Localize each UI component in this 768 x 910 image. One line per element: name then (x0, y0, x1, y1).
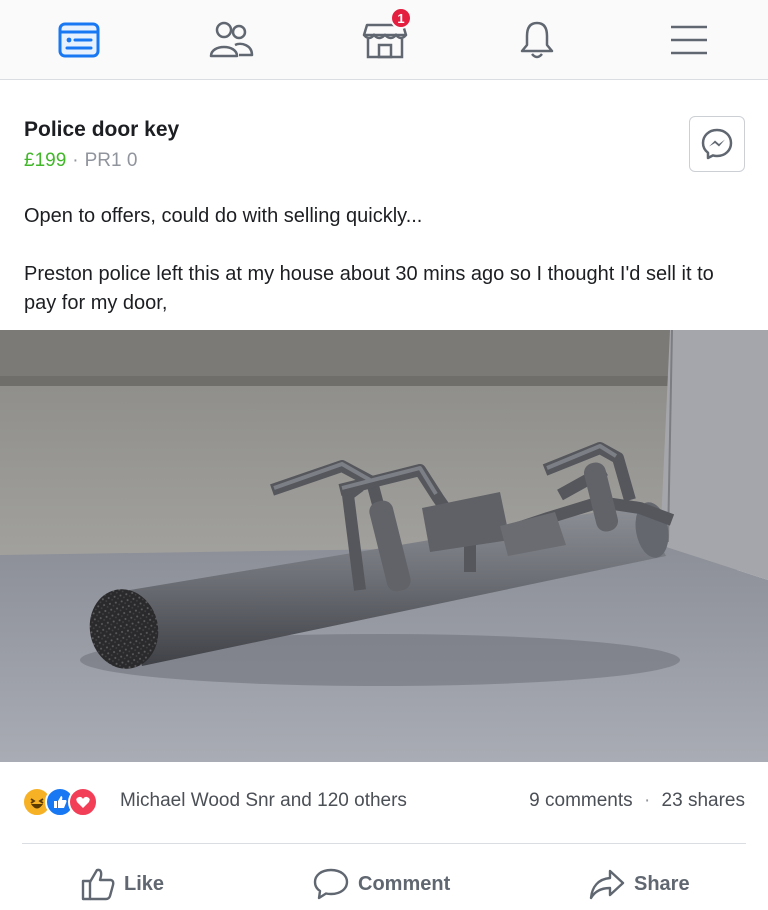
like-label: Like (124, 872, 165, 895)
friends-tab[interactable] (176, 0, 286, 80)
listing-photo[interactable] (0, 330, 768, 762)
listing-price: £199 (24, 150, 67, 171)
reactors-text[interactable]: Michael Wood Snr and 120 others (120, 790, 407, 812)
description-line-1: Open to offers, could do with selling qu… (24, 205, 423, 227)
love-reaction-icon (68, 787, 98, 817)
friends-icon (209, 21, 254, 58)
notifications-bell-icon (520, 21, 554, 59)
notifications-tab[interactable] (482, 0, 592, 80)
engagement-counts: 9 comments · 23 shares (529, 790, 745, 812)
messenger-icon (701, 128, 733, 160)
news-feed-tab[interactable] (24, 0, 134, 80)
menu-icon (671, 25, 707, 55)
like-button[interactable]: Like (80, 862, 164, 906)
comments-count[interactable]: 9 comments (529, 790, 632, 811)
like-icon (81, 868, 115, 901)
share-button[interactable]: Share (588, 862, 690, 906)
comment-label: Comment (358, 872, 451, 895)
meta-separator: · (72, 150, 79, 171)
listing-description: Open to offers, could do with selling qu… (24, 202, 744, 347)
share-label: Share (634, 872, 690, 895)
top-navigation-bar: 1 (0, 0, 768, 80)
description-line-2: Preston police left this at my house abo… (24, 263, 714, 314)
shares-count[interactable]: 23 shares (662, 790, 745, 811)
menu-tab[interactable] (634, 0, 744, 80)
marketplace-badge: 1 (390, 7, 412, 29)
photo-battering-ram (0, 330, 768, 762)
listing-location: PR1 0 (84, 150, 138, 171)
marketplace-tab[interactable]: 1 (330, 0, 440, 80)
footer-divider (22, 843, 746, 844)
share-icon (589, 869, 625, 900)
comment-icon (313, 868, 349, 900)
reaction-icons[interactable] (22, 787, 98, 817)
listing-meta: £199 · PR1 0 (24, 150, 137, 172)
message-seller-button[interactable] (689, 116, 745, 172)
comment-button[interactable]: Comment (312, 862, 450, 906)
listing-title[interactable]: Police door key (24, 118, 179, 142)
counts-separator: · (643, 790, 651, 811)
news-feed-icon (58, 22, 100, 58)
